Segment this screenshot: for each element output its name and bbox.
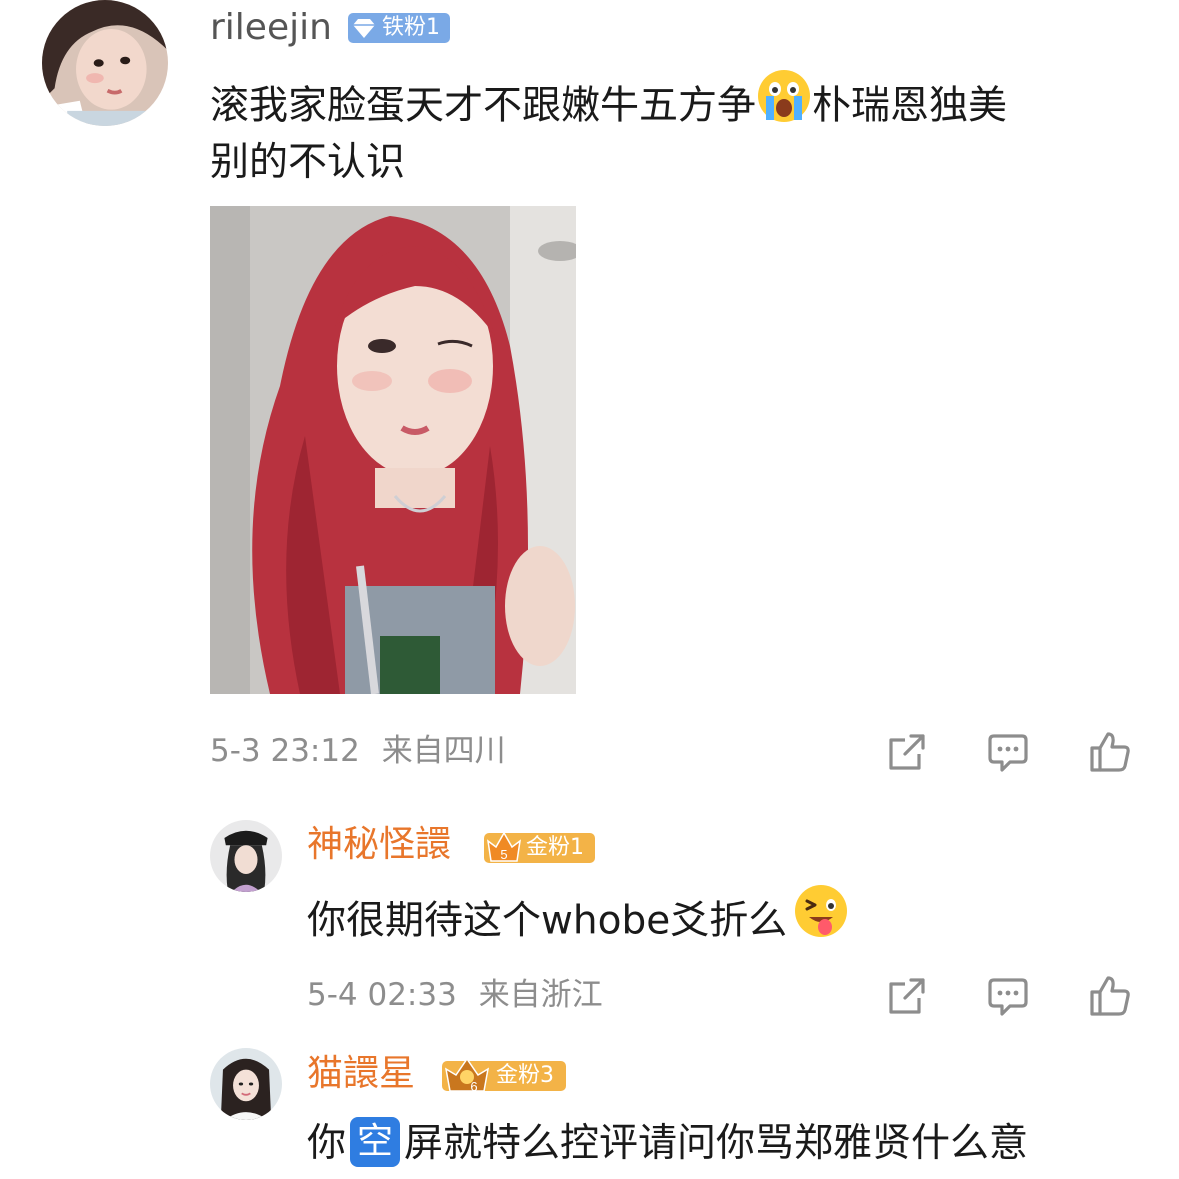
badge-label: 金粉1	[526, 835, 584, 860]
badge-label: 金粉3	[496, 1063, 554, 1088]
username[interactable]: 猫譞星	[307, 1056, 415, 1092]
comment-icon[interactable]	[986, 730, 1030, 774]
badge-level: 5	[500, 847, 507, 862]
fan-badge[interactable]: 6 金粉3	[442, 1057, 566, 1094]
badge-level: 6	[470, 1079, 477, 1094]
comment-text: 你空屏就特么控评请问你骂郑雅贤什么意	[307, 1116, 1028, 1172]
crown-icon: 5	[484, 827, 524, 876]
timestamp: 5-3 23:12 来自四川	[210, 736, 506, 767]
share-icon[interactable]	[885, 730, 929, 774]
like-icon[interactable]	[1088, 974, 1132, 1018]
like-icon[interactable]	[1088, 730, 1132, 774]
avatar[interactable]	[42, 0, 168, 126]
comment-time: 5-4 02:33	[307, 977, 457, 1013]
comment-image[interactable]	[210, 206, 576, 694]
highlight-tag: 空	[350, 1116, 401, 1167]
share-icon[interactable]	[885, 974, 929, 1018]
avatar[interactable]	[210, 820, 282, 892]
username[interactable]: rileejin	[210, 10, 332, 46]
comment-text-part: 你很期待这个whobe爻折么	[307, 898, 788, 944]
fan-badge[interactable]: 5 金粉1	[484, 831, 595, 863]
comment-time: 5-3 23:12	[210, 733, 360, 769]
comment-text: 滚我家脸蛋天才不跟嫩牛五方争 朴瑞恩独美	[210, 70, 1008, 144]
comment-text-part: 滚我家脸蛋天才不跟嫩牛五方争	[210, 83, 757, 129]
badge-label: 铁粉1	[382, 15, 440, 40]
username[interactable]: 神秘怪譞	[307, 827, 451, 863]
comment-text-part: 朴瑞恩独美	[812, 83, 1008, 129]
timestamp: 5-4 02:33 来自浙江	[307, 980, 603, 1011]
comment-icon[interactable]	[986, 974, 1030, 1018]
avatar[interactable]	[210, 1048, 282, 1120]
comment-text: 你很期待这个whobe爻折么	[307, 885, 849, 959]
crown-icon: 6	[442, 1053, 492, 1106]
comment-text-part: 屏就特么控评请问你骂郑雅贤什么意	[404, 1121, 1029, 1166]
diamond-icon	[352, 17, 376, 48]
fan-badge[interactable]: 铁粉1	[348, 13, 450, 43]
comment-location: 来自浙江	[478, 977, 603, 1013]
comment-text-part: 你	[307, 1121, 347, 1166]
comment-location: 来自四川	[381, 733, 506, 769]
crying-face-emoji	[756, 68, 812, 140]
comment-text-line2: 别的不认识	[210, 140, 406, 185]
winking-tongue-emoji	[793, 883, 849, 955]
